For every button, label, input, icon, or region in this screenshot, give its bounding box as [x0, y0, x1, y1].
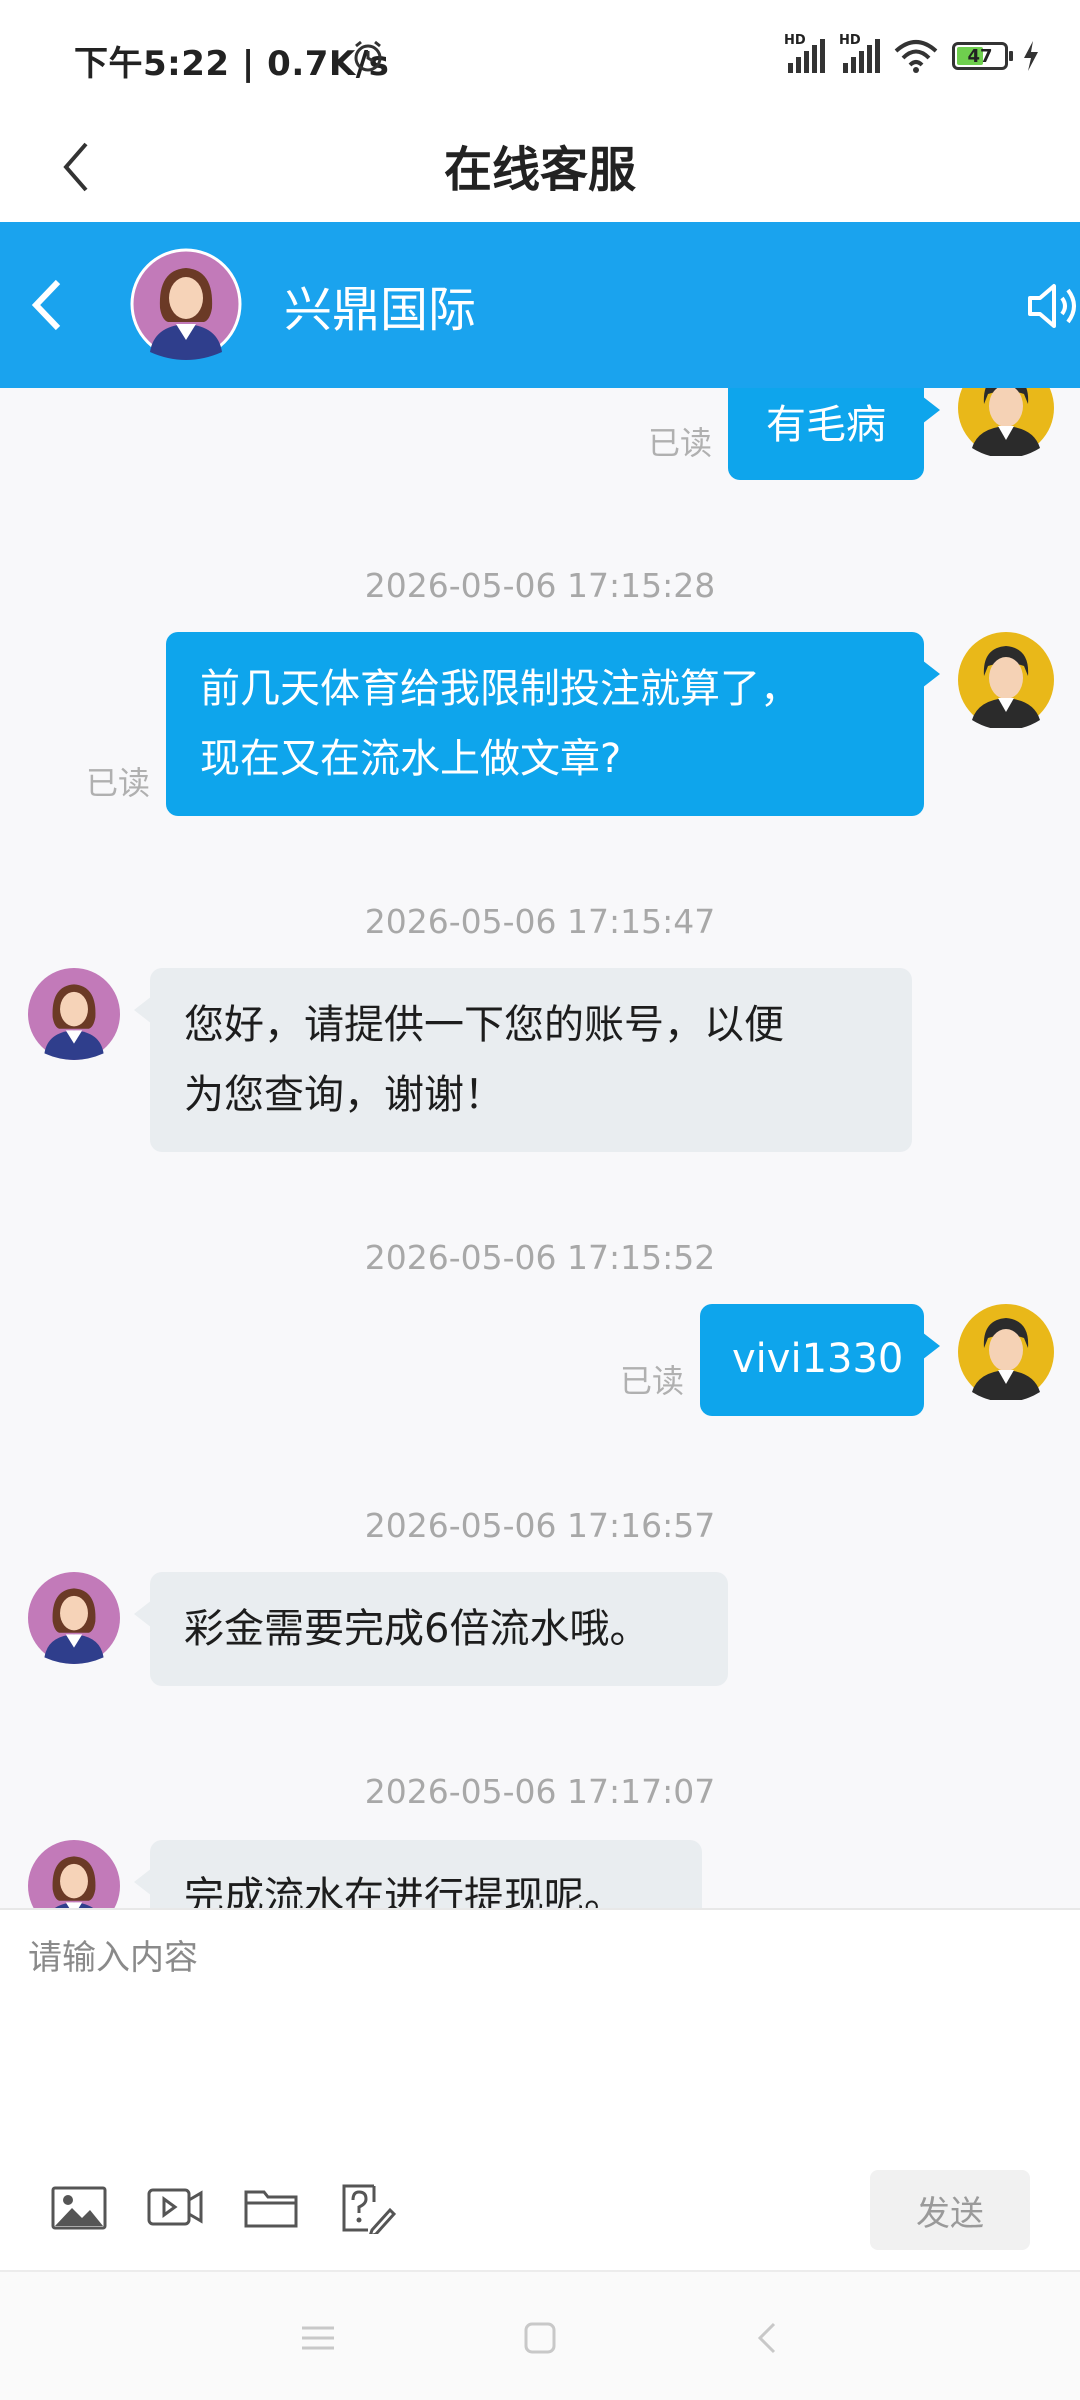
agent-avatar	[28, 1572, 120, 1664]
battery-icon: 47	[952, 42, 1013, 70]
home-icon[interactable]	[518, 2316, 562, 2360]
system-nav-bar	[0, 2270, 1080, 2400]
send-button[interactable]: 发送	[870, 2170, 1030, 2250]
speaker-icon[interactable]	[1020, 274, 1080, 338]
menu-icon[interactable]	[296, 2316, 340, 2360]
signal-icon-2: HD	[839, 33, 880, 73]
folder-icon[interactable]	[242, 2180, 300, 2234]
message-text: 有毛病	[766, 402, 886, 448]
title-bar: 在线客服	[0, 110, 1080, 222]
agent-avatar	[28, 1840, 120, 1908]
message-timestamp: 2026-05-06 17:15:28	[364, 566, 716, 605]
message-text: 完成流水在进行提现呢。	[184, 1874, 624, 1908]
image-icon[interactable]	[50, 2180, 108, 2234]
status-bar: 下午5:22 | 0.7K/s HD HD 47	[0, 0, 1080, 110]
message-input[interactable]: 请输入内容	[28, 1930, 198, 1979]
chat-name: 兴鼎国际	[284, 282, 477, 338]
agent-avatar	[130, 248, 242, 360]
message-composer: 请输入内容 发送	[0, 1908, 1080, 2270]
message-bubble-self[interactable]: vivi1330	[700, 1304, 940, 1416]
alarm-icon	[354, 40, 382, 72]
battery-level: 47	[967, 45, 993, 67]
read-receipt: 已读	[648, 424, 713, 462]
user-avatar	[958, 632, 1054, 728]
status-time-speed: 下午5:22 | 0.7K/s	[74, 44, 390, 84]
message-bubble-self[interactable]: 有毛病	[728, 388, 940, 480]
message-bubble-self[interactable]: 前几天体育给我限制投注就算了， 现在又在流水上做文章?	[166, 632, 940, 816]
chat-header: 兴鼎国际	[0, 222, 1080, 388]
user-avatar	[958, 1304, 1054, 1400]
agent-avatar	[28, 968, 120, 1060]
charging-icon	[1024, 41, 1038, 71]
message-timestamp: 2026-05-06 17:17:07	[364, 1772, 716, 1811]
message-timestamp: 2026-05-06 17:15:52	[364, 1238, 716, 1277]
message-line: 为您查询，谢谢！	[184, 1072, 504, 1118]
message-bubble-agent[interactable]: 完成流水在进行提现呢。	[134, 1840, 702, 1908]
read-receipt: 已读	[86, 764, 151, 802]
message-text: 彩金需要完成6倍流水哦。	[184, 1606, 650, 1652]
wifi-icon	[894, 40, 938, 73]
nav-back-icon[interactable]	[746, 2316, 790, 2360]
message-text: vivi1330	[732, 1336, 904, 1382]
message-timestamp: 2026-05-06 17:16:57	[364, 1506, 716, 1545]
page-title: 在线客服	[443, 142, 636, 198]
message-line: 您好，请提供一下您的账号，以便	[184, 1002, 784, 1048]
question-edit-icon[interactable]	[338, 2180, 396, 2234]
user-avatar	[958, 388, 1054, 456]
message-bubble-agent[interactable]: 彩金需要完成6倍流水哦。	[134, 1572, 728, 1686]
message-line: 前几天体育给我限制投注就算了，	[200, 666, 800, 712]
video-icon[interactable]	[146, 2180, 204, 2234]
read-receipt: 已读	[620, 1362, 685, 1400]
chat-messages[interactable]: 有毛病 已读 2026-05-06 17:15:28 前几天体育给我限制投注就算…	[0, 388, 1080, 1908]
message-line: 现在又在流水上做文章?	[200, 736, 622, 782]
signal-icon-1: HD	[784, 33, 825, 73]
message-bubble-agent[interactable]: 您好，请提供一下您的账号，以便 为您查询，谢谢！	[134, 968, 912, 1152]
message-timestamp: 2026-05-06 17:15:47	[364, 902, 716, 941]
chat-back-icon[interactable]	[20, 270, 80, 340]
